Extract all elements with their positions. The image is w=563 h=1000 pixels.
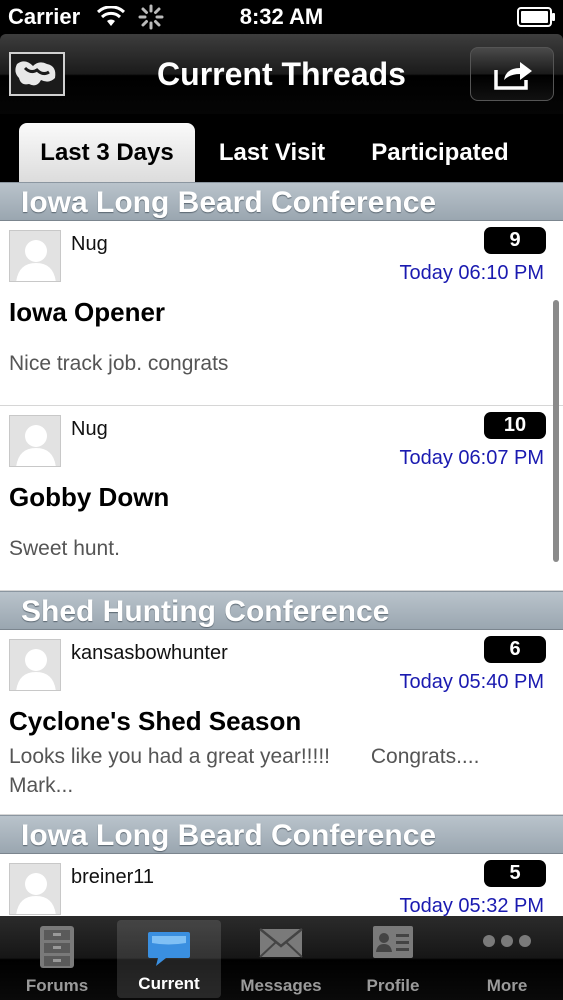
thread-title: Gobby Down — [9, 482, 170, 512]
thread-row[interactable]: Nug 10 Today 06:07 PM Gobby Down Sweet h… — [0, 406, 563, 591]
tab-label: Messages — [240, 976, 322, 995]
thread-row[interactable]: Nug 9 Today 06:10 PM Iowa Opener Nice tr… — [0, 221, 563, 406]
thread-filter-tabs: Last 3 Days Last Visit Participated — [0, 114, 563, 182]
thread-author: kansasbowhunter — [71, 642, 228, 664]
more-dots-icon — [455, 924, 559, 963]
tab-last-3-days[interactable]: Last 3 Days — [19, 123, 195, 182]
thread-title: Cyclone's Shed Season — [9, 706, 302, 736]
reply-count-badge: 9 — [484, 227, 546, 254]
thread-preview-line-2: Mark... — [9, 774, 74, 797]
thread-preview-line-1: Looks like you had a great year!!!!! Con… — [9, 745, 480, 768]
thread-time: Today 05:40 PM — [399, 671, 544, 693]
speech-bubble-icon — [117, 928, 221, 975]
scrollbar[interactable] — [553, 300, 559, 562]
section-header: Shed Hunting Conference — [0, 591, 563, 630]
thread-row[interactable]: breiner11 5 Today 05:32 PM — [0, 854, 563, 916]
reply-count-badge: 6 — [484, 636, 546, 663]
tab-forums[interactable]: Forums — [5, 916, 109, 1000]
reply-count-badge: 10 — [484, 412, 546, 439]
thread-author: Nug — [71, 233, 108, 255]
thread-preview: Sweet hunt. — [9, 537, 120, 560]
avatar — [9, 230, 61, 282]
status-bar: Carrier 8:32 AM — [0, 0, 563, 34]
tab-label: Forums — [25, 976, 89, 995]
tab-label: Profile — [366, 976, 420, 995]
envelope-icon — [229, 924, 333, 967]
cabinet-icon — [5, 924, 109, 975]
id-card-icon — [341, 924, 445, 965]
tab-participated[interactable]: Participated — [350, 123, 530, 182]
section-header: Iowa Long Beard Conference — [0, 815, 563, 854]
avatar — [9, 863, 61, 915]
bottom-tab-bar: Forums Current Messages Profile More — [0, 916, 563, 1000]
thread-time: Today 06:07 PM — [399, 447, 544, 469]
share-icon — [494, 62, 532, 90]
thread-time: Today 06:10 PM — [399, 262, 544, 284]
tab-last-visit[interactable]: Last Visit — [196, 123, 348, 182]
tab-label: Current — [138, 974, 200, 993]
thread-author: Nug — [71, 418, 108, 440]
thread-author: breiner11 — [71, 866, 155, 888]
thread-row[interactable]: kansasbowhunter 6 Today 05:40 PM Cyclone… — [0, 630, 563, 815]
tab-label: More — [486, 976, 528, 995]
avatar — [9, 415, 61, 467]
share-button[interactable] — [470, 47, 554, 101]
tab-profile[interactable]: Profile — [341, 916, 445, 1000]
reply-count-badge: 5 — [484, 860, 546, 887]
thread-preview: Nice track job. congrats — [9, 352, 229, 375]
tab-messages[interactable]: Messages — [229, 916, 333, 1000]
navigation-bar: Current Threads — [0, 34, 563, 114]
avatar — [9, 639, 61, 691]
thread-title: Iowa Opener — [9, 297, 166, 327]
section-header: Iowa Long Beard Conference — [0, 182, 563, 221]
tab-current[interactable]: Current — [117, 920, 221, 998]
battery-icon — [517, 7, 557, 32]
tab-more[interactable]: More — [455, 916, 559, 1000]
thread-list[interactable]: Iowa Long Beard Conference Nug 9 Today 0… — [0, 182, 563, 916]
thread-time: Today 05:32 PM — [399, 895, 544, 916]
status-time: 8:32 AM — [239, 4, 324, 29]
